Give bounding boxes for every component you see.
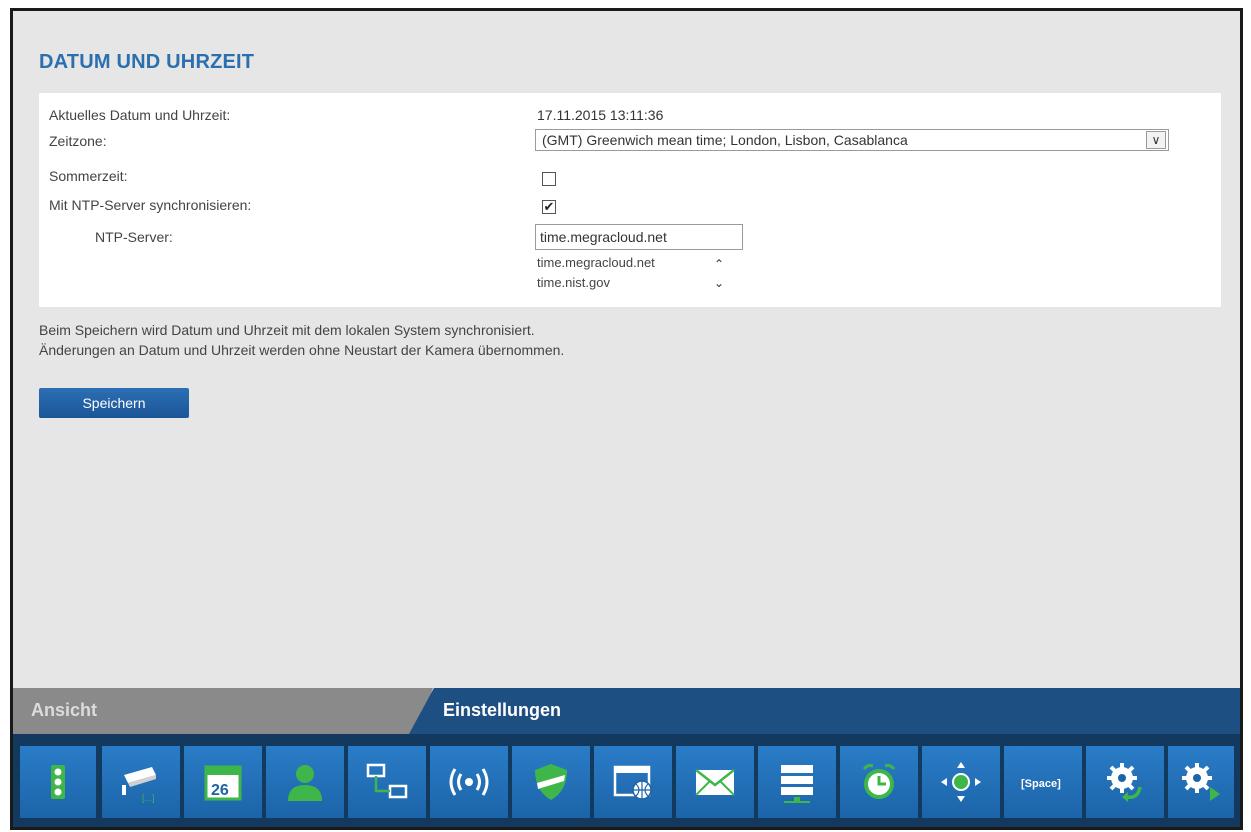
tab-ansicht-label: Ansicht [31,700,98,720]
storage-button[interactable] [758,746,836,818]
ntp-server-option[interactable]: time.megracloud.net [537,255,655,270]
network-icon [366,763,408,799]
shield-icon [535,764,567,800]
ntp-server-input[interactable]: time.megracloud.net [535,224,743,250]
space-button[interactable]: [Space] [1004,746,1082,818]
chevron-down-icon[interactable]: ⌄ [709,274,729,292]
alarm-button[interactable] [840,746,918,818]
ntp-sync-checkbox[interactable]: ✔ [542,200,556,214]
alarm-clock-icon [862,763,896,799]
web-icon [613,765,652,800]
main-frame: DATUM UND UHRZEIT Aktuelles Datum und Uh… [10,8,1243,830]
settings-refresh-icon [1107,763,1142,802]
ntp-server-option[interactable]: time.nist.gov [537,275,610,290]
tab-einstellungen[interactable]: Einstellungen [409,688,1240,734]
bottom-navigation: Ansicht Einstellungen [...] 26 [Space] [13,683,1240,827]
camera-icon: [...] [122,767,156,803]
space-text: [Space] [1021,778,1061,790]
timezone-value: (GMT) Greenwich mean time; London, Lisbo… [542,132,908,148]
page-title: DATUM UND UHRZEIT [39,51,255,73]
ntp-server-label: NTP-Server: [95,229,173,245]
wireless-icon [449,768,489,796]
mail-button[interactable] [676,746,754,818]
settings-panel: Aktuelles Datum und Uhrzeit: 17.11.2015 … [39,93,1221,307]
info-line-1: Beim Speichern wird Datum und Uhrzeit mi… [39,322,535,338]
current-datetime-value: 17.11.2015 13:11:36 [537,107,664,123]
traffic-light-button[interactable] [20,746,96,818]
user-button[interactable] [266,746,344,818]
user-icon [288,765,322,801]
settings-refresh-button[interactable] [1086,746,1164,818]
network-button[interactable] [348,746,426,818]
tab-einstellungen-label: Einstellungen [443,700,562,720]
security-button[interactable] [512,746,590,818]
ptz-icon [941,762,981,802]
timezone-label: Zeitzone: [49,133,107,149]
camera-button[interactable]: [...] [102,746,180,818]
chevron-down-icon[interactable]: ∨ [1146,131,1166,149]
dst-checkbox[interactable] [542,172,556,186]
camera-bracket-text: [...] [142,793,155,803]
calendar-day-text: 26 [211,782,229,799]
ptz-button[interactable] [922,746,1000,818]
storage-icon [781,765,813,803]
dst-label: Sommerzeit: [49,168,128,184]
save-button[interactable]: Speichern [39,388,189,418]
ntp-server-list[interactable]: time.megracloud.net time.nist.gov ⌃ ⌄ [535,253,729,295]
timezone-select[interactable]: (GMT) Greenwich mean time; London, Lisbo… [535,129,1169,151]
web-button[interactable] [594,746,672,818]
current-datetime-label: Aktuelles Datum und Uhrzeit: [49,107,231,123]
settings-icon-bar: [...] 26 [Space] [13,734,1240,827]
calendar-icon: 26 [204,765,242,801]
wireless-button[interactable] [430,746,508,818]
space-icon: [Space] [1021,778,1061,790]
tab-ansicht[interactable]: Ansicht [13,688,433,734]
settings-play-icon [1182,763,1220,801]
settings-play-button[interactable] [1168,746,1234,818]
info-line-2: Änderungen an Datum und Uhrzeit werden o… [39,342,565,358]
mail-icon [695,769,735,796]
chevron-up-icon[interactable]: ⌃ [709,255,729,273]
ntp-sync-label: Mit NTP-Server synchronisieren: [49,197,252,213]
calendar-button[interactable]: 26 [184,746,262,818]
traffic-light-icon [51,765,65,799]
